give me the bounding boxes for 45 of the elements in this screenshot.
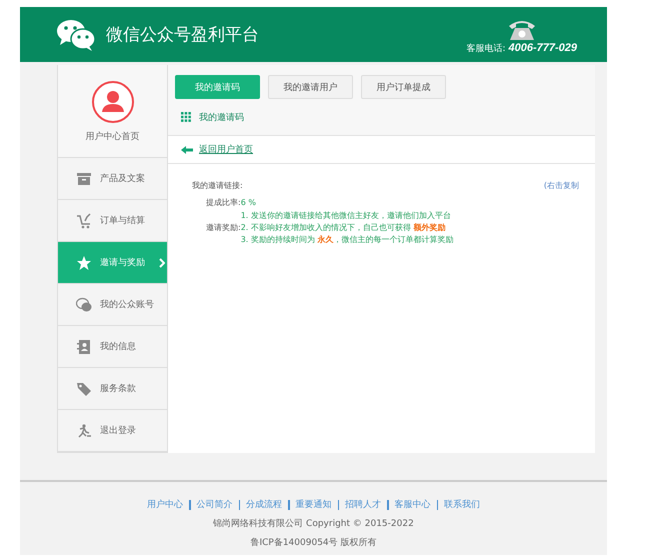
sidebar-item[interactable]: 邀请与奖励 — [58, 242, 167, 284]
telephone-icon — [506, 18, 537, 42]
invite-link-label: 我的邀请链接: — [192, 180, 243, 192]
back-arrow-icon[interactable] — [181, 146, 193, 154]
contact-card-icon — [76, 338, 92, 354]
footer-link[interactable]: 客服中心 — [394, 498, 430, 511]
footer-link[interactable]: 用户中心 — [147, 498, 183, 511]
tab[interactable]: 用户订单提成 — [361, 75, 446, 99]
grid-icon — [181, 112, 191, 122]
reward-line: 2. 不影响好友增加收入的情况下，自己也可获得 额外奖励 — [240, 222, 446, 234]
star-icon — [76, 254, 92, 270]
sidebar-item[interactable]: 产品及文案 — [58, 158, 167, 200]
sidebar-item[interactable]: 退出登录 — [58, 410, 167, 452]
section-title: 我的邀请码 — [199, 112, 244, 124]
cart-icon — [76, 212, 92, 228]
back-link[interactable]: 返回用户首页 — [199, 143, 253, 156]
user-avatar-icon[interactable] — [90, 80, 134, 124]
footer-link[interactable]: 重要通知 — [296, 498, 332, 511]
copy-hint: (右击复制 — [544, 180, 579, 192]
archive-box-icon — [76, 170, 92, 186]
rate-value: 6 % — [240, 198, 256, 207]
footer-link[interactable]: 分成流程 — [246, 498, 282, 511]
reward-line: 3. 奖励的持续时间为 永久，微信主的每一个订单都计算奖励 — [240, 234, 454, 246]
running-figure-icon — [76, 422, 92, 438]
footer-link[interactable]: 联系我们 — [444, 498, 480, 511]
sidebar-item[interactable]: 我的公众账号 — [58, 284, 167, 326]
tab[interactable]: 我的邀请用户 — [268, 75, 353, 99]
tab[interactable]: 我的邀请码 — [175, 75, 260, 99]
reward-label: 邀请奖励: — [206, 222, 241, 234]
hotline-number: 4006-777-029 — [508, 42, 577, 54]
sidebar-item[interactable]: 我的信息 — [58, 326, 167, 368]
tag-icon — [76, 380, 92, 396]
icp-text: 鲁ICP备14009054号 版权所有 — [250, 536, 377, 549]
hotline-label: 客服电话: — [466, 42, 506, 55]
site-title: 微信公众号盈利平台 — [106, 24, 260, 46]
sidebar-item[interactable]: 服务条款 — [58, 368, 167, 410]
copyright-text: 锦尚网络科技有限公司 Copyright © 2015-2022 — [213, 518, 414, 530]
reward-line: 1. 发送你的邀请链接给其他微信主好友，邀请他们加入平台 — [240, 210, 452, 222]
footer-link[interactable]: 招聘人才 — [345, 498, 381, 511]
profile-link[interactable]: 用户中心首页 — [86, 130, 140, 142]
chat-bubbles-icon — [56, 18, 96, 52]
footer-link[interactable]: 公司简介 — [196, 498, 232, 511]
rate-label: 提成比率: — [206, 198, 241, 207]
chat-bubbles-icon — [76, 296, 92, 312]
chevron-icon — [159, 258, 165, 268]
